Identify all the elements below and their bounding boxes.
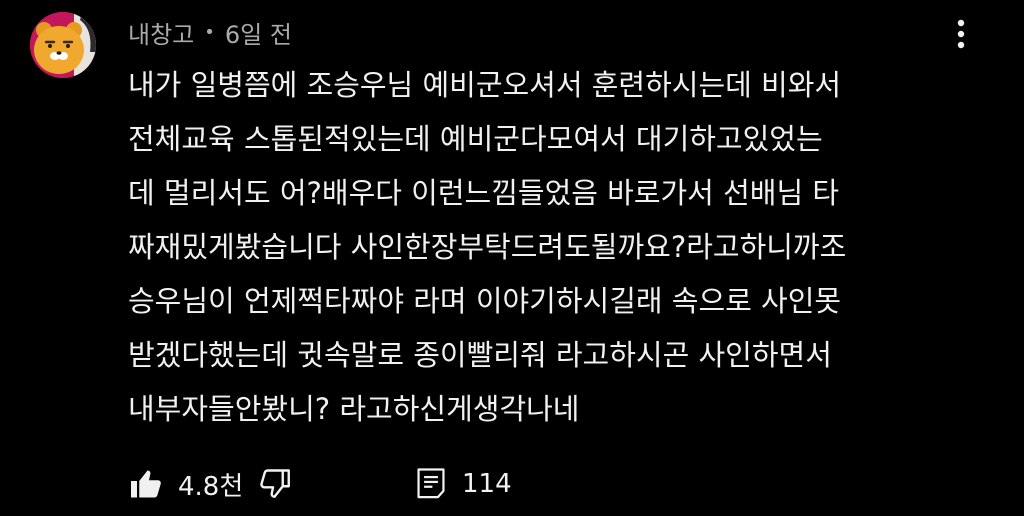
comment-line: 내가 일병쯤에 조승우님 예비군오셔서 훈련하시는데 비와서 (128, 68, 842, 102)
comment-item: 내창고 • 6일 전 내가 일병쯤에 조승우님 예비군오셔서 훈련하시는데 비와… (0, 0, 1024, 516)
reply-count: 114 (462, 469, 512, 499)
comment-line: 짜재밌게봤습니다 사인한장부탁드려도될까요?라고하니까조 (128, 230, 847, 264)
reply-comment-icon (417, 468, 445, 499)
more-vertical-icon (957, 19, 965, 49)
comment-time[interactable]: 6일 전 (225, 15, 292, 50)
author-name[interactable]: 내창고 (128, 15, 194, 50)
comment-line: 받겠다했는데 귓속말로 종이빨리줘 라고하시곤 사인하면서 (128, 338, 832, 372)
comment-line: 데 멀리서도 어?배우다 이런느낌들었음 바로가서 선배님 타 (128, 176, 840, 210)
comment-line: 전체교육 스톱된적있는데 예비군다모여서 대기하고있었는 (128, 122, 823, 156)
avatar[interactable] (30, 12, 96, 78)
like-count: 4.8천 (178, 471, 244, 502)
thumbs-down-icon (260, 469, 290, 498)
comment-line: 승우님이 언제쩍타짜야 라며 이야기하시길래 속으로 사인못 (128, 284, 842, 318)
more-options-button[interactable] (946, 16, 976, 52)
meta-separator: • (204, 21, 215, 43)
comment-actions: 4.8천 114 (128, 460, 512, 508)
comment-meta: 내창고 • 6일 전 (128, 14, 292, 50)
comment-line: 내부자들안봤니? 라고하신게생각나네 (128, 392, 580, 426)
thumbs-up-icon (131, 470, 161, 498)
comment-text: 내가 일병쯤에 조승우님 예비군오셔서 훈련하시는데 비와서 전체교육 스톱된적… (128, 58, 998, 436)
dislike-button[interactable] (258, 466, 398, 502)
like-button[interactable]: 4.8천 (128, 466, 258, 503)
ryan-avatar-icon (30, 12, 96, 78)
reply-button[interactable]: 114 (414, 466, 512, 502)
